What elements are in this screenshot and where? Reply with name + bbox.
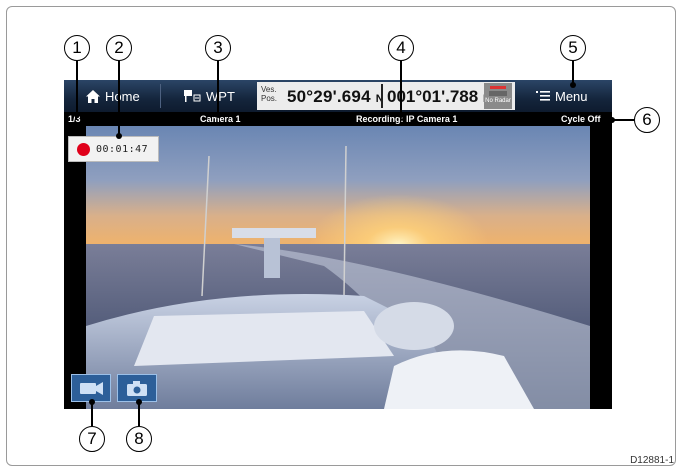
latitude-value: 50°29'.694 N — [287, 87, 384, 106]
separator — [160, 84, 161, 108]
record-video-button[interactable] — [71, 374, 111, 402]
menu-button[interactable]: Menu — [536, 80, 588, 112]
callout-4: 4 — [388, 35, 414, 61]
menu-label: Menu — [555, 88, 588, 104]
camera-icon — [127, 381, 147, 396]
callout-7: 7 — [79, 426, 105, 452]
callout-3: 3 — [205, 35, 231, 61]
callout-5: 5 — [560, 35, 586, 61]
wpt-label: WPT — [206, 88, 235, 104]
callout-leader — [612, 119, 634, 121]
longitude-value: 001°01'.788 E — [387, 87, 490, 106]
callout-2: 2 — [106, 35, 132, 61]
callout-leader — [572, 61, 574, 84]
home-icon — [86, 89, 100, 103]
callout-8: 8 — [126, 426, 152, 452]
callout-6: 6 — [634, 107, 660, 133]
callout-leader — [118, 61, 120, 135]
vessel-position-databox[interactable]: Ves. Pos. 50°29'.694 N 001°01'.788 E No … — [257, 82, 515, 110]
recording-indicator: 00:01:47 — [68, 136, 159, 162]
callout-dot — [74, 112, 80, 118]
callout-dot — [215, 112, 221, 118]
menu-icon — [536, 91, 550, 101]
callout-dot — [398, 112, 404, 118]
snapshot-button[interactable] — [117, 374, 157, 402]
callout-leader — [400, 61, 402, 114]
position-caption: Ves. Pos. — [261, 85, 278, 103]
home-button[interactable]: Home — [86, 80, 140, 112]
callout-1: 1 — [64, 35, 90, 61]
display-screen: Home WPT Ves. Pos. 50°29'.694 N 001°01'.… — [64, 80, 612, 409]
top-bar: Home WPT Ves. Pos. 50°29'.694 N 001°01'.… — [64, 80, 612, 112]
callout-leader — [138, 402, 140, 426]
recording-status: Recording: IP Camera 1 — [356, 114, 458, 124]
callout-dot — [116, 133, 122, 139]
callout-dot — [136, 399, 142, 405]
radar-status-indicator[interactable]: No Radar — [484, 83, 512, 109]
callout-dot — [89, 399, 95, 405]
radar-icon — [490, 86, 506, 89]
callout-leader — [91, 402, 93, 426]
status-bar: 1/3 Camera 1 Recording: IP Camera 1 Cycl… — [64, 112, 612, 126]
figure-reference-code: D12881-1 — [630, 455, 674, 466]
camera-feed[interactable] — [64, 126, 612, 409]
camera-feed-image — [64, 126, 612, 409]
callout-dot — [609, 117, 615, 123]
callout-dot — [570, 82, 576, 88]
video-camera-icon — [80, 382, 103, 395]
callout-leader — [217, 61, 219, 114]
wpt-button[interactable]: WPT — [184, 80, 235, 112]
cycle-status[interactable]: Cycle Off — [561, 114, 601, 124]
home-label: Home — [105, 88, 140, 104]
recording-timer: 00:01:47 — [96, 143, 149, 155]
callout-leader — [76, 61, 78, 114]
record-dot-icon — [77, 142, 90, 156]
radar-status-label: No Radar — [485, 98, 511, 104]
waypoint-icon — [184, 90, 201, 102]
position-divider — [381, 84, 383, 108]
